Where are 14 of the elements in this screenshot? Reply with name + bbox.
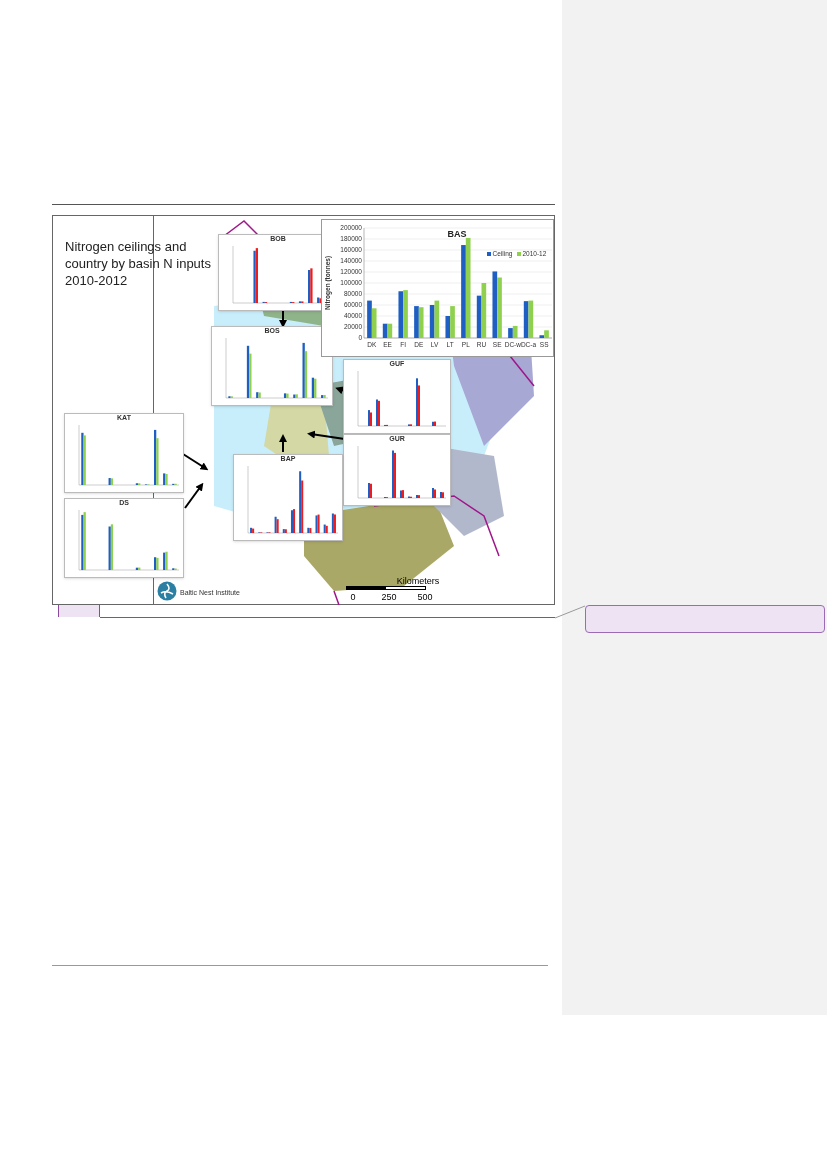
comment-anchor	[58, 605, 100, 617]
arrow	[182, 453, 209, 471]
comment-balloon[interactable]	[585, 605, 825, 633]
scale-tick-label: 250	[380, 591, 398, 602]
scale-tick-label: 0	[349, 591, 357, 602]
arrow	[279, 434, 287, 453]
scale-tick-label: 500	[416, 591, 434, 602]
arrow	[184, 482, 204, 509]
arrow	[279, 309, 287, 328]
comment-connector-line	[555, 605, 587, 619]
legend-swatch	[517, 252, 521, 256]
logo-icon	[157, 581, 177, 601]
chart-title: BAS	[447, 229, 467, 239]
legend-swatch	[487, 252, 491, 256]
